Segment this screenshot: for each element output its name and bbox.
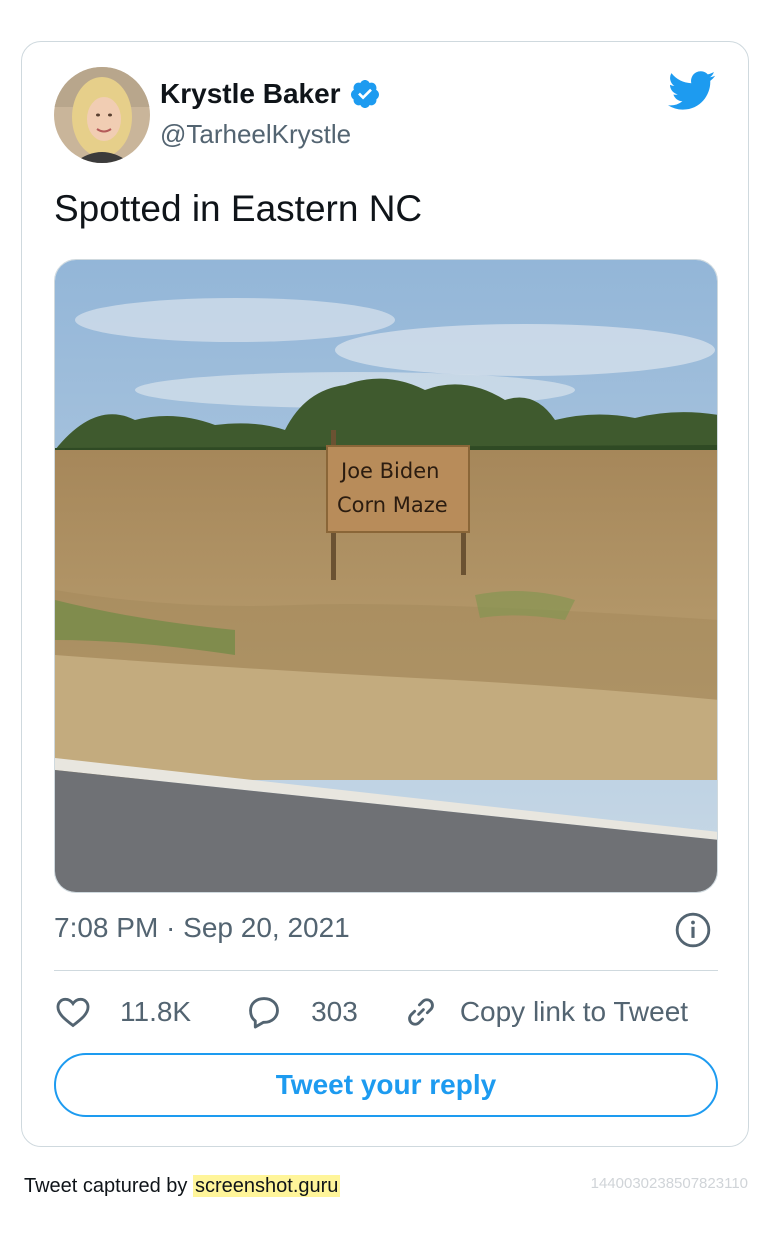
sign-line-1: Joe Biden bbox=[339, 459, 439, 483]
like-count: 11.8K bbox=[120, 996, 192, 1027]
author-avatar[interactable] bbox=[54, 67, 150, 163]
capture-credit: Tweet captured by screenshot.guru bbox=[24, 1175, 341, 1198]
tweet-your-reply-button[interactable]: Tweet your reply bbox=[54, 1053, 718, 1117]
sign-line-2: Corn Maze bbox=[337, 493, 448, 517]
heart-icon bbox=[56, 997, 90, 1028]
tweet-id: 1440030238507823110 bbox=[590, 1175, 748, 1192]
speech-bubble-icon bbox=[249, 997, 279, 1029]
link-icon bbox=[407, 998, 434, 1026]
tweet-photo[interactable]: Joe Biden Corn Maze bbox=[54, 259, 718, 893]
tweet-text: Spotted in Eastern NC bbox=[54, 188, 423, 229]
reply-count: 303 bbox=[311, 996, 358, 1027]
info-icon[interactable] bbox=[674, 911, 712, 949]
verified-badge-icon bbox=[349, 78, 381, 110]
divider bbox=[54, 970, 718, 971]
reply-button[interactable]: 303 bbox=[245, 993, 358, 1031]
capture-site-link[interactable]: screenshot.guru bbox=[193, 1175, 341, 1197]
copy-link-button[interactable]: Copy link to Tweet bbox=[402, 993, 688, 1031]
like-button[interactable]: 11.8K bbox=[54, 993, 191, 1031]
tweet-timestamp[interactable]: 7:08 PM · Sep 20, 2021 bbox=[54, 912, 350, 944]
tweet-card: Krystle Baker @TarheelKrystle Spotted in… bbox=[21, 41, 749, 1147]
author-display-name[interactable]: Krystle Baker bbox=[160, 78, 341, 110]
capture-credit-prefix: Tweet captured by bbox=[24, 1175, 188, 1197]
twitter-bird-icon[interactable] bbox=[668, 70, 716, 112]
copy-link-label: Copy link to Tweet bbox=[459, 996, 689, 1027]
tweet-actions: 11.8K 303 Copy link to Tweet bbox=[54, 990, 688, 1034]
author-name-row: Krystle Baker bbox=[160, 78, 381, 110]
author-handle[interactable]: @TarheelKrystle bbox=[160, 119, 351, 150]
